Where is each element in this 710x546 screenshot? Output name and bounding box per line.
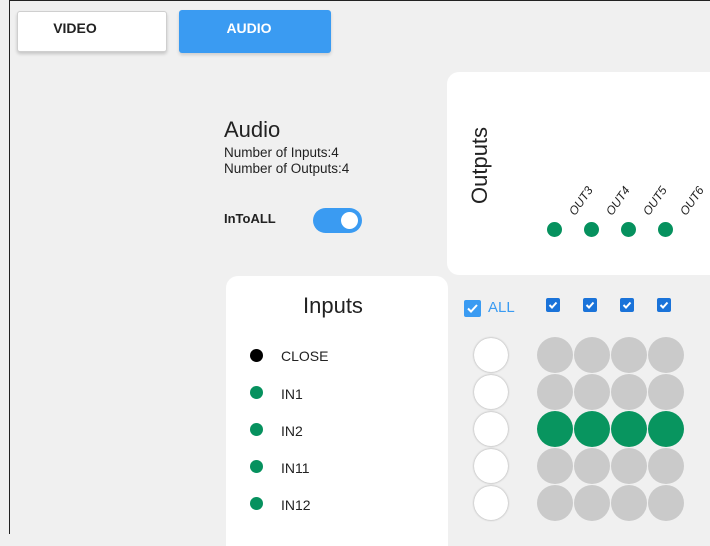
matrix-cell[interactable]: [574, 337, 610, 373]
check-icon: [659, 301, 669, 309]
matrix-cell[interactable]: [537, 448, 573, 484]
matrix-cell[interactable]: [574, 411, 610, 447]
matrix-cell[interactable]: [537, 374, 573, 410]
row-select-button[interactable]: [474, 449, 508, 483]
output-column-checkbox[interactable]: [620, 298, 634, 312]
row-select-button[interactable]: [474, 486, 508, 520]
all-checkbox[interactable]: [464, 300, 481, 317]
matrix-cell[interactable]: [574, 374, 610, 410]
input-label: CLOSE: [281, 348, 329, 364]
tab-video[interactable]: VIDEO: [17, 11, 167, 52]
matrix-cell[interactable]: [537, 485, 573, 521]
inputs-title: Inputs: [303, 293, 363, 318]
matrix-cell[interactable]: [648, 374, 684, 410]
output-column-checkbox[interactable]: [583, 298, 597, 312]
output-status-dot: [621, 222, 636, 237]
input-status-dot: [250, 349, 263, 362]
check-icon: [548, 301, 558, 309]
check-icon: [622, 301, 632, 309]
audio-info: Audio Number of Inputs:4 Number of Outpu…: [224, 115, 349, 177]
matrix-cell[interactable]: [537, 411, 573, 447]
output-status-dot: [658, 222, 673, 237]
matrix-cell[interactable]: [611, 448, 647, 484]
matrix-cell[interactable]: [648, 337, 684, 373]
check-icon: [467, 304, 478, 313]
output-column-checkbox[interactable]: [657, 298, 671, 312]
output-column-checkbox[interactable]: [546, 298, 560, 312]
check-icon: [585, 301, 595, 309]
matrix-cell[interactable]: [574, 485, 610, 521]
row-select-button[interactable]: [474, 338, 508, 372]
into-all-toggle[interactable]: [313, 208, 362, 233]
tab-video-label: VIDEO: [53, 19, 97, 36]
input-label: IN11: [281, 460, 310, 476]
input-status-dot: [250, 497, 263, 510]
outputs-title: Outputs: [467, 126, 492, 204]
inputs-count: Number of Inputs:4: [224, 145, 339, 160]
matrix-cell[interactable]: [648, 448, 684, 484]
matrix-cell[interactable]: [574, 448, 610, 484]
output-status-dot: [584, 222, 599, 237]
matrix-cell[interactable]: [611, 411, 647, 447]
tab-audio-label: AUDIO: [226, 19, 272, 36]
matrix-cell[interactable]: [648, 411, 684, 447]
matrix-cell[interactable]: [648, 485, 684, 521]
all-label: ALL: [488, 299, 515, 316]
input-status-dot: [250, 423, 263, 436]
input-status-dot: [250, 386, 263, 399]
input-label: IN2: [281, 423, 303, 439]
page-title: Audio: [224, 117, 281, 142]
matrix-cell[interactable]: [611, 337, 647, 373]
matrix-cell[interactable]: [537, 337, 573, 373]
outputs-count: Number of Outputs:4: [224, 161, 350, 176]
toggle-knob: [341, 212, 358, 229]
output-status-dot: [547, 222, 562, 237]
input-status-dot: [250, 460, 263, 473]
input-label: IN1: [281, 386, 303, 402]
input-label: IN12: [281, 497, 311, 513]
row-select-button[interactable]: [474, 375, 508, 409]
row-select-button[interactable]: [474, 412, 508, 446]
matrix-cell[interactable]: [611, 374, 647, 410]
tab-audio[interactable]: AUDIO: [179, 10, 331, 53]
matrix-cell[interactable]: [611, 485, 647, 521]
into-all-label: InToALL: [224, 211, 276, 226]
